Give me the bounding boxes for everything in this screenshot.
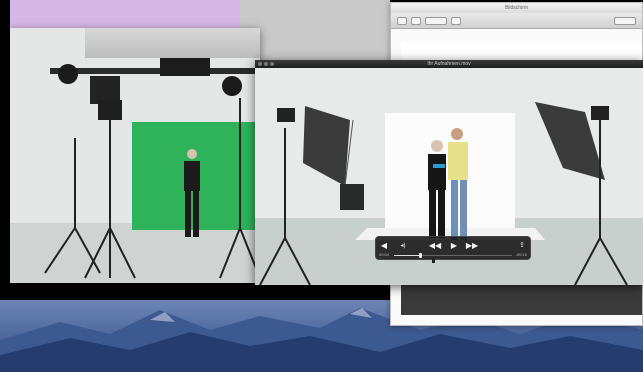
time-elapsed: 00:04 — [379, 252, 390, 257]
preview-title: Bildschirm — [391, 3, 642, 13]
window-controls[interactable] — [258, 62, 274, 66]
timeline-scrubber[interactable] — [394, 253, 512, 258]
playhead[interactable] — [418, 253, 422, 258]
share-button[interactable] — [451, 16, 461, 25]
speaker-icon[interactable]: ◀ — [379, 240, 389, 252]
studio-scene — [10, 28, 260, 283]
close-button[interactable] — [258, 62, 262, 66]
minimize-button[interactable] — [264, 62, 268, 66]
fast-forward-icon[interactable]: ▶▶ — [465, 240, 479, 252]
zoom-button[interactable] — [425, 16, 447, 25]
share-icon[interactable]: ⇪ — [516, 240, 528, 252]
rewind-icon[interactable]: ◀◀ — [428, 240, 442, 252]
video-player-window[interactable]: Ihr Aufnahmen.mov ◀ ◂) ◀◀ ▶ ▶▶ ⇪ 00:04 -… — [255, 60, 643, 285]
play-icon[interactable]: ▶ — [447, 240, 461, 252]
timeline-progress — [394, 255, 420, 256]
player-title: Ihr Aufnahmen.mov — [427, 61, 471, 67]
player-titlebar[interactable]: Ihr Aufnahmen.mov — [255, 60, 643, 68]
studio-video-window[interactable] — [10, 28, 260, 283]
zoom-window-button[interactable] — [270, 62, 274, 66]
back-button[interactable] — [397, 16, 407, 25]
studio-titlebar[interactable] — [85, 28, 260, 58]
preview-toolbar — [391, 13, 642, 29]
search-field[interactable] — [614, 16, 636, 25]
window-edge — [240, 0, 390, 60]
mouse-cursor — [432, 258, 435, 263]
time-remaining: -00:15 — [515, 252, 527, 257]
volume-slider[interactable]: ◂) — [394, 240, 412, 252]
forward-button[interactable] — [411, 16, 421, 25]
playback-controller[interactable]: ◀ ◂) ◀◀ ▶ ▶▶ ⇪ 00:04 -00:15 — [375, 236, 531, 260]
